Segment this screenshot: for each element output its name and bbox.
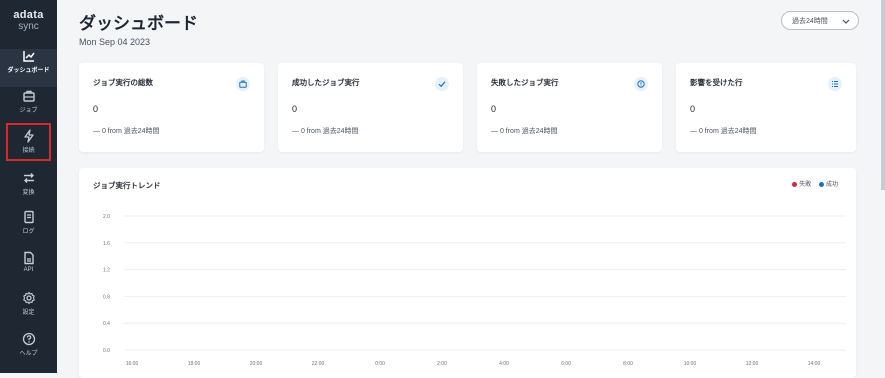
- card-value: 0: [292, 104, 298, 114]
- sidebar-item-logs[interactable]: ログ: [0, 210, 57, 248]
- log-icon: [23, 210, 34, 224]
- card-title: ジョブ実行の総数: [93, 78, 153, 87]
- y-tick-label: 1.2: [103, 268, 110, 274]
- y-tick-label: 0.0: [103, 348, 110, 354]
- sidebar-item-jobs[interactable]: ジョブ: [0, 89, 57, 127]
- chart-plot: 2.0 1.6 1.2 0.8 0.4 0.0 16:00 18:00 20:00 22:00 0:…: [103, 214, 846, 367]
- logo-top-text: adata: [13, 9, 44, 21]
- card-value: 0: [93, 104, 99, 114]
- sidebar-item-label: API: [23, 267, 34, 273]
- y-tick-label: 1.6: [103, 241, 110, 247]
- stat-card-affected-rows: 影響を受けた行 0 — 0 from 過去24時間: [676, 63, 856, 152]
- briefcase-icon: [22, 90, 35, 102]
- sidebar-item-connections[interactable]: 接続: [6, 123, 51, 161]
- x-tick-label: 10:00: [684, 361, 697, 367]
- x-tick-label: 0:00: [375, 361, 385, 367]
- sidebar-item-help[interactable]: ヘルプ: [0, 332, 57, 370]
- scrollbar[interactable]: [881, 0, 885, 190]
- stat-card-failed: 失敗したジョブ実行 0 — 0 from 過去24時間: [477, 63, 662, 152]
- y-tick-label: 0.8: [103, 294, 110, 300]
- x-tick-label: 8:00: [623, 361, 633, 367]
- logo-bottom-text: sync: [18, 21, 39, 32]
- gear-icon: [22, 291, 35, 305]
- sidebar-item-label: 設定: [22, 310, 35, 316]
- sidebar-item-label: ダッシュボード: [7, 68, 50, 74]
- card-subtext: — 0 from 過去24時間: [491, 128, 558, 135]
- card-value: 0: [690, 104, 696, 114]
- card-title: 成功したジョブ実行: [292, 78, 360, 87]
- sidebar-item-label: ログ: [22, 229, 35, 235]
- time-range-select[interactable]: 過去24時間: [781, 11, 859, 30]
- y-tick-label: 0.4: [103, 321, 110, 327]
- time-range-label: 過去24時間: [792, 18, 828, 25]
- card-value: 0: [491, 104, 497, 114]
- x-tick-label: 20:00: [250, 361, 263, 367]
- x-tick-label: 16:00: [126, 361, 139, 367]
- chevron-down-icon: [842, 12, 850, 39]
- card-subtext: — 0 from 過去24時間: [690, 128, 757, 135]
- x-tick-label: 22:00: [312, 361, 325, 367]
- stat-card-total-jobs: ジョブ実行の総数 0 — 0 from 過去24時間: [79, 63, 264, 152]
- help-icon: [22, 332, 35, 346]
- y-tick-label: 2.0: [103, 214, 110, 220]
- transfer-icon: [23, 173, 34, 183]
- x-tick-label: 2:00: [437, 361, 447, 367]
- check-icon: [435, 77, 449, 91]
- sidebar-item-label: 変換: [22, 190, 35, 196]
- api-icon: [23, 251, 34, 265]
- sidebar-item-api[interactable]: API: [0, 251, 57, 289]
- sidebar-item-label: ヘルプ: [19, 351, 38, 357]
- x-tick-label: 14:00: [808, 361, 821, 367]
- x-tick-label: 6:00: [561, 361, 571, 367]
- rows-icon: [828, 77, 842, 91]
- card-subtext: — 0 from 過去24時間: [93, 128, 160, 135]
- sidebar-item-dashboard[interactable]: ダッシュボード: [0, 49, 57, 87]
- sidebar-item-label: ジョブ: [19, 108, 38, 114]
- sidebar-item-settings[interactable]: 設定: [0, 291, 57, 329]
- chart-icon: [22, 51, 35, 62]
- stat-card-success: 成功したジョブ実行 0 — 0 from 過去24時間: [278, 63, 463, 152]
- briefcase-icon: [236, 77, 250, 91]
- sidebar: adata sync ダッシュボード ジョブ 接続 変換 ログ API 設定 ヘ…: [0, 0, 57, 373]
- page-title: ダッシュボード: [79, 14, 198, 33]
- x-tick-label: 4:00: [499, 361, 509, 367]
- x-tick-label: 18:00: [188, 361, 201, 367]
- sidebar-item-transform[interactable]: 変換: [0, 171, 57, 209]
- card-title: 影響を受けた行: [690, 78, 743, 87]
- alert-icon: [634, 77, 648, 91]
- job-trend-chart: ジョブ実行トレンド 失敗 成功 2.0 1.6 1.2 0.8 0.4 0.0 16:00 1…: [79, 168, 856, 378]
- page-date: Mon Sep 04 2023: [79, 37, 151, 47]
- card-title: 失敗したジョブ実行: [491, 78, 559, 87]
- card-subtext: — 0 from 過去24時間: [292, 128, 359, 135]
- sidebar-item-label: 接続: [22, 148, 35, 154]
- app-logo[interactable]: adata sync: [0, 10, 57, 32]
- x-tick-label: 12:00: [746, 361, 759, 367]
- lightning-icon: [23, 129, 34, 143]
